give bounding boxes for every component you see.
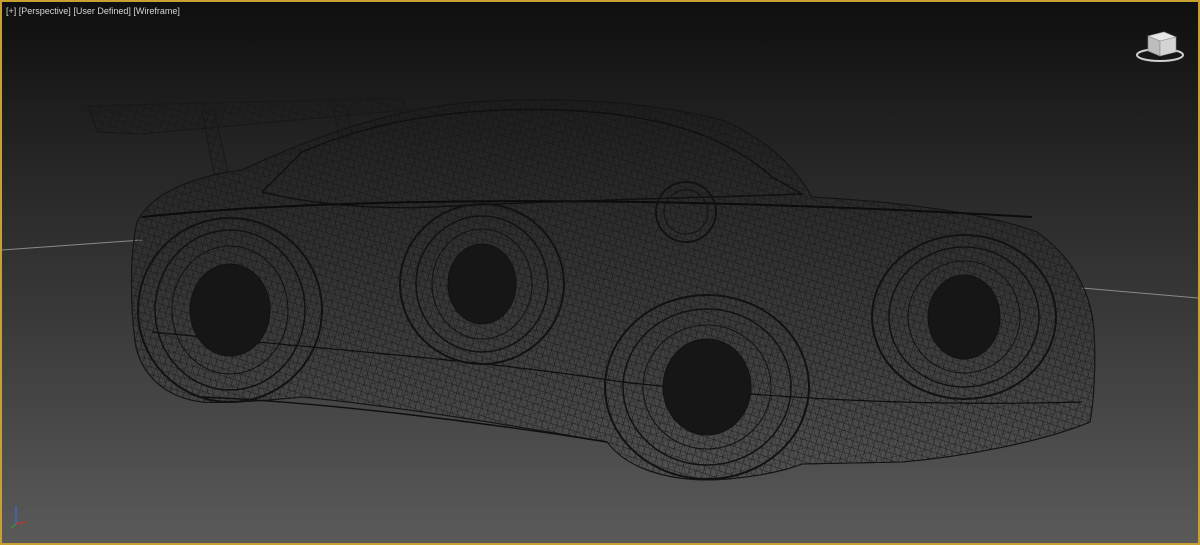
- perspective-viewport[interactable]: [+] [Perspective] [User Defined] [Wirefr…: [0, 0, 1200, 545]
- viewcube-icon[interactable]: [1134, 28, 1186, 64]
- wireframe-car-model[interactable]: [2, 2, 1198, 543]
- grid-line-left: [2, 239, 143, 251]
- axis-tripod-icon: [10, 506, 27, 529]
- grid-line-right: [1081, 287, 1198, 299]
